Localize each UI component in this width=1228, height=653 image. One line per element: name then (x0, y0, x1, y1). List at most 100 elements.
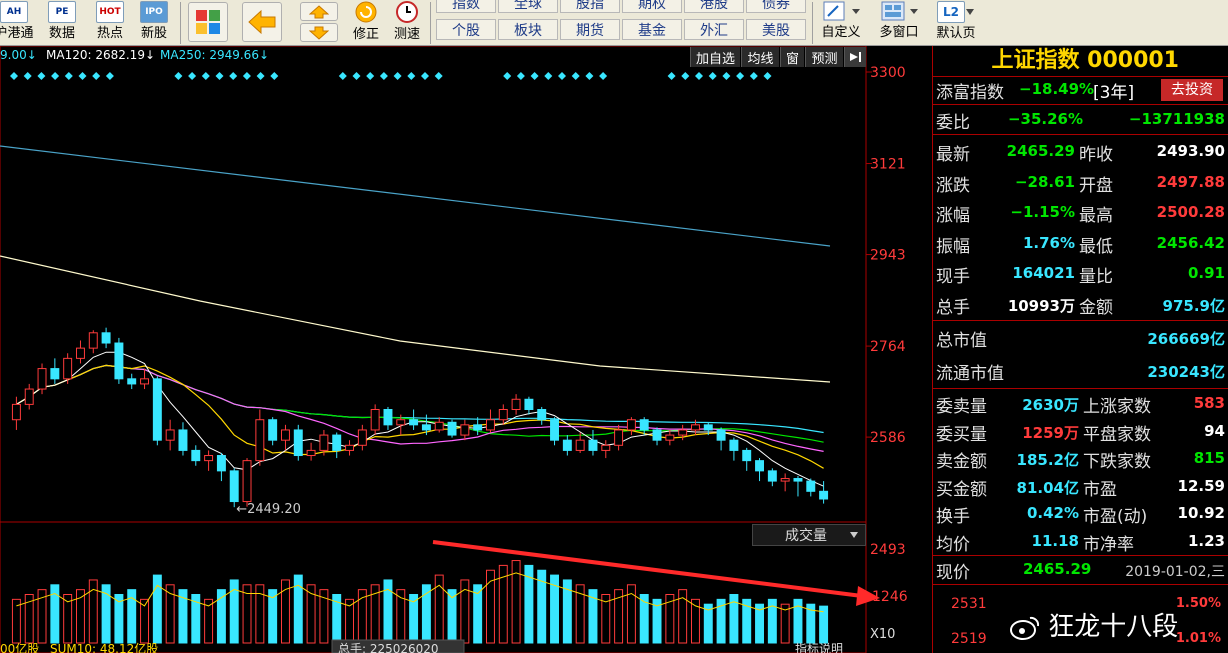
market-tab[interactable]: 美股 (746, 19, 806, 40)
signal-marker (78, 72, 87, 80)
candle-body (114, 342, 124, 380)
low-price-annotation: ←2449.20 (236, 502, 301, 517)
market-tab[interactable]: 外汇 (684, 19, 744, 40)
ah-icon: AH (0, 1, 28, 23)
ipo-button[interactable]: IPO 新股 (136, 0, 172, 46)
market-tab[interactable]: 股指 (560, 0, 620, 13)
l2-icon-wrap: L2 (937, 0, 975, 23)
signal-marker (599, 72, 608, 80)
default-page-button[interactable]: L2 默认页 (930, 0, 982, 46)
market-tab[interactable]: 基金 (622, 19, 682, 40)
current-price-date: 2019-01-02,三 (1125, 564, 1225, 580)
signal-marker (201, 72, 210, 80)
signal-marker (667, 72, 676, 80)
watermark-text: 狂龙十八段 (1048, 612, 1179, 642)
ma30-line (16, 364, 824, 443)
ma-toggle-button[interactable]: 均线 (741, 47, 779, 67)
market-tab[interactable]: 期货 (560, 19, 620, 40)
window-button[interactable]: 窗 (780, 47, 804, 67)
row-value: 0.91 (1187, 264, 1225, 282)
candle-body (678, 429, 688, 436)
candle-body (665, 434, 675, 441)
tianfu-row: 添富指数 −18.49% [3年] 去投资 (933, 78, 1228, 103)
signal-marker (530, 72, 539, 80)
candle-body (396, 419, 406, 426)
color-grid-button[interactable] (188, 2, 228, 42)
invest-button[interactable]: 去投资 (1161, 79, 1223, 101)
candle-body (806, 480, 816, 492)
price-tick-label: 2586 (870, 430, 906, 446)
down-button[interactable] (300, 23, 338, 42)
chevron-down-icon (850, 532, 858, 538)
forecast-button[interactable]: 预测 (805, 47, 843, 67)
candle-body (690, 424, 700, 431)
signal-marker (229, 72, 238, 80)
kline-chart[interactable]: 3300312129432764258624931246X10←2449.200… (0, 46, 932, 653)
add-watchlist-button[interactable]: 加自选 (690, 47, 740, 67)
signal-marker (585, 72, 594, 80)
multi-window-label: 多窗口 (879, 25, 919, 40)
candle-body (37, 368, 47, 390)
speed-test-button[interactable]: 测速 (388, 0, 426, 46)
quote-row: 振幅 1.76% 最低 2456.42 (933, 232, 1228, 257)
candle-body (191, 449, 201, 462)
row-label: 金额 (1079, 297, 1113, 318)
weibo-watermark: 狂龙十八段 (1010, 606, 1178, 643)
multi-window-button[interactable]: 多窗口 (872, 0, 926, 46)
toolbar-separator (430, 2, 431, 44)
adjust-button[interactable]: 修正 (346, 0, 386, 46)
market-tab[interactable]: 港股 (684, 0, 744, 13)
candle-body (216, 455, 226, 472)
market-tab[interactable]: 全球 (498, 0, 558, 13)
customize-button[interactable]: 自定义 (816, 0, 866, 46)
divider (933, 584, 1228, 585)
row-value: 2497.88 (1156, 172, 1225, 191)
candle-body (588, 439, 598, 451)
candle-body (75, 347, 85, 359)
market-tab[interactable]: 指数 (436, 0, 496, 13)
ma-label-text: MA120: 2682.19↓ (46, 48, 156, 62)
candle-body (383, 409, 393, 426)
arrow-left-icon (248, 9, 276, 35)
candle-body (819, 490, 829, 500)
data-button[interactable]: PE 数据 (44, 0, 80, 46)
collapse-panel-button[interactable] (844, 47, 866, 67)
back-button[interactable] (242, 2, 282, 42)
volume-indicator-select[interactable]: 成交量 (752, 524, 866, 546)
total-market-cap-row: 总市值 266669亿 (933, 326, 1228, 352)
quote-row: 委买量 1259万 平盘家数 94 (933, 420, 1228, 445)
hk-connect-button[interactable]: AH 沪港通 (0, 0, 34, 46)
row-label: 买金额 (936, 479, 987, 500)
row-value: 2630万 (1022, 396, 1079, 414)
row-value: 10.92 (1177, 504, 1225, 522)
hot-button[interactable]: HOT 热点 (92, 0, 128, 46)
float-cap-label: 流通市值 (936, 364, 1004, 384)
candle-body (63, 357, 73, 380)
row-value: 94 (1204, 421, 1225, 440)
main-toolbar: AH 沪港通 PE 数据 HOT 热点 IPO 新股 修正 测速 指数 全球 股… (0, 0, 1228, 46)
signal-marker (270, 72, 279, 80)
chevron-down-icon (966, 8, 974, 15)
signal-marker (379, 72, 388, 80)
up-button[interactable] (300, 2, 338, 21)
app-window: AH 沪港通 PE 数据 HOT 热点 IPO 新股 修正 测速 指数 全球 股… (0, 0, 1228, 653)
row-value: 583 (1193, 394, 1225, 412)
data-label: 数据 (48, 26, 75, 41)
signal-marker (763, 72, 772, 80)
candle-body (165, 429, 175, 441)
market-tab[interactable]: 板块 (498, 19, 558, 40)
row-value: 1259万 (1022, 423, 1079, 442)
market-tab[interactable]: 债券 (746, 0, 806, 13)
refresh-icon (355, 1, 377, 23)
candle-body (780, 478, 790, 482)
price-tick-label: 2764 (870, 339, 906, 355)
candle-body (639, 419, 649, 431)
candle-body (716, 429, 726, 441)
weibi-row: 委比 −35.26% −13711938 (933, 108, 1228, 133)
chart-area[interactable]: 3300 3121 2943 2764 2586 2493 1246 X10 ←2449.20 0… (0, 46, 932, 653)
market-tab[interactable]: 期权 (622, 0, 682, 13)
row-label: 市盈(动) (1083, 507, 1148, 527)
signal-marker (352, 72, 361, 80)
market-tab[interactable]: 个股 (436, 19, 496, 40)
ma60-line (16, 364, 824, 434)
